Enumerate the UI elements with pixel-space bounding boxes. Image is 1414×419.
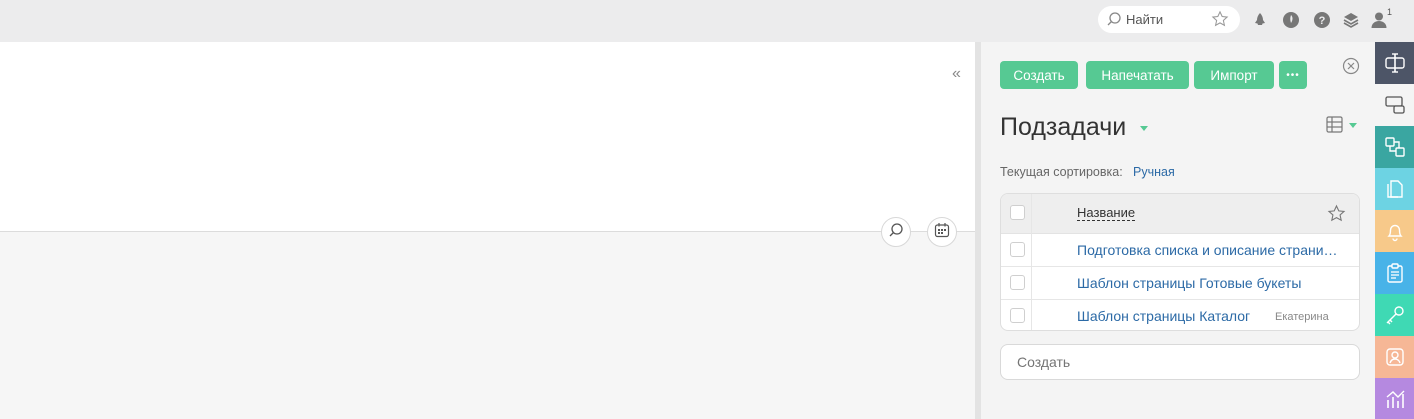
help-icon[interactable]: ? <box>1312 10 1332 30</box>
sort-value-link[interactable]: Ручная <box>1133 165 1175 179</box>
create-button[interactable]: Создать <box>1000 61 1078 89</box>
close-icon[interactable] <box>1342 57 1360 80</box>
description-editor[interactable]: « <box>0 42 975 232</box>
right-toolbar <box>1375 42 1414 419</box>
user-notification-badge: 1 <box>1387 7 1393 17</box>
table-row[interactable]: Подготовка списка и описание страниц сай… <box>1001 234 1359 267</box>
calendar-icon <box>934 222 950 243</box>
print-button[interactable]: Напечатать <box>1086 61 1189 89</box>
layers-icon[interactable] <box>1341 10 1361 30</box>
assignee-label: Екатерина <box>1275 311 1329 323</box>
rocket-icon[interactable] <box>1250 10 1270 30</box>
table-view-icon[interactable] <box>1326 116 1343 138</box>
column-header-name[interactable]: Название <box>1077 206 1136 221</box>
bell-icon[interactable] <box>1375 210 1414 252</box>
leaf-icon[interactable] <box>1281 10 1301 30</box>
user-icon[interactable] <box>1369 10 1389 30</box>
subtasks-panel: Создать Напечатать Импорт ••• Подзадачи … <box>981 42 1375 419</box>
search-placeholder[interactable]: Найти <box>1126 12 1163 27</box>
files-icon[interactable] <box>1375 168 1414 210</box>
linked-tasks-icon[interactable] <box>1375 126 1414 168</box>
clipboard-icon[interactable] <box>1375 252 1414 294</box>
key-icon[interactable] <box>1375 294 1414 336</box>
contact-icon[interactable] <box>1375 336 1414 378</box>
task-link[interactable]: Подготовка списка и описание страниц сай… <box>1077 242 1345 258</box>
table-row[interactable]: Шаблон страницы Готовые букеты <box>1001 267 1359 300</box>
create-subtask-input[interactable] <box>1000 344 1360 380</box>
calendar-button[interactable] <box>927 217 957 247</box>
search-comments-button[interactable] <box>881 217 911 247</box>
import-button[interactable]: Импорт <box>1194 61 1274 89</box>
task-link[interactable]: Шаблон страницы Каталог <box>1077 308 1267 324</box>
chevron-down-icon[interactable] <box>1140 126 1148 131</box>
page-title[interactable]: Подзадачи <box>1000 113 1126 142</box>
task-link[interactable]: Шаблон страницы Готовые букеты <box>1077 275 1329 291</box>
table-header: Название <box>1001 194 1359 234</box>
row-checkbox[interactable] <box>1010 242 1025 257</box>
chart-icon[interactable] <box>1375 378 1414 419</box>
favorites-star-icon[interactable] <box>1211 10 1229 33</box>
row-checkbox[interactable] <box>1010 308 1025 323</box>
svg-text:?: ? <box>1319 15 1326 27</box>
row-checkbox[interactable] <box>1010 275 1025 290</box>
search-icon <box>1107 12 1121 31</box>
sort-label: Текущая сортировка: <box>1000 165 1123 179</box>
text-cursor-icon[interactable] <box>1375 42 1414 84</box>
top-bar: Найти ? 1 <box>0 0 1414 42</box>
table-row[interactable]: Шаблон страницы Каталог Екатерина <box>1001 300 1359 330</box>
search-icon <box>889 222 903 242</box>
star-icon[interactable] <box>1327 204 1346 228</box>
comments-icon[interactable] <box>1375 84 1414 126</box>
view-chevron-down-icon[interactable] <box>1349 123 1357 128</box>
subtasks-table: Название Подготовка списка и описание ст… <box>1000 193 1360 331</box>
select-all-checkbox[interactable] <box>1010 205 1025 220</box>
more-button[interactable]: ••• <box>1279 61 1307 89</box>
collapse-panel-icon[interactable]: « <box>952 65 961 83</box>
search-box[interactable]: Найти <box>1098 6 1240 33</box>
